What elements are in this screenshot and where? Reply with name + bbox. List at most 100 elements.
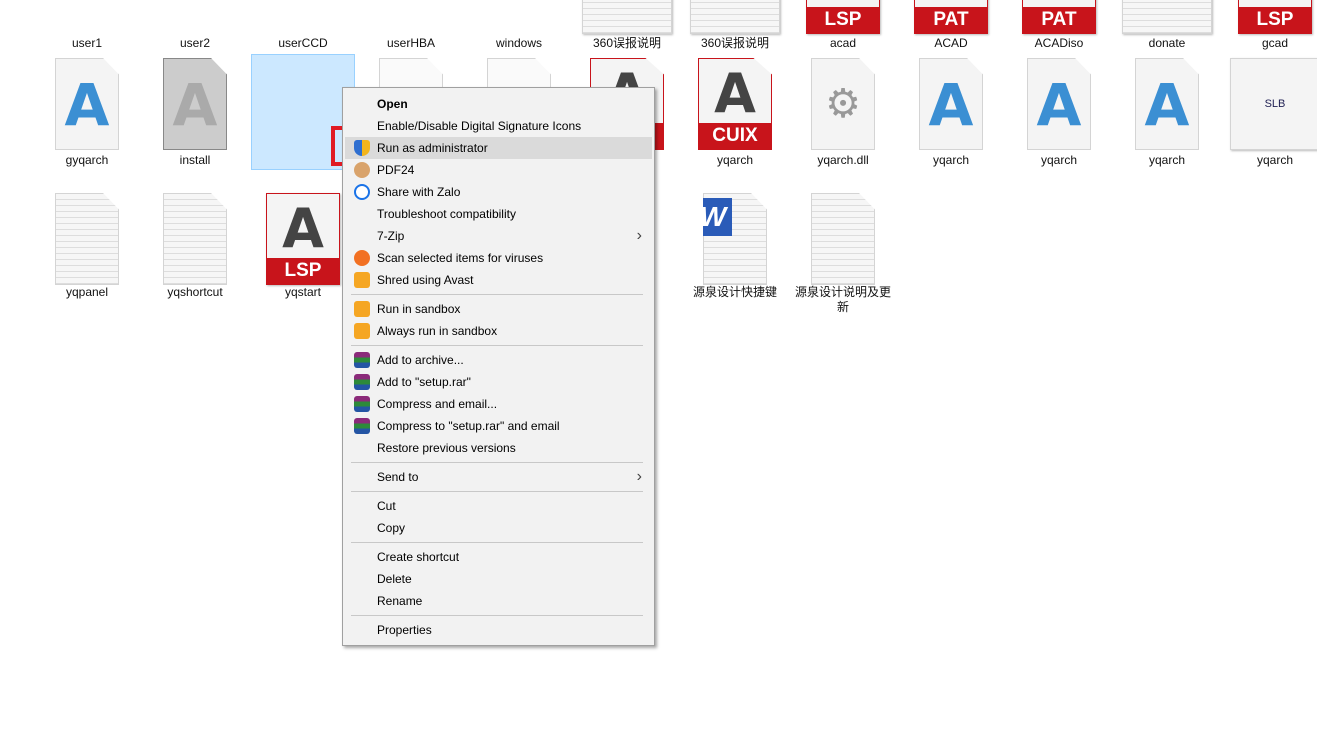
dll-gear-icon: ⚙ [811,58,875,150]
pat-file-icon: APAT [914,0,988,34]
menu-separator [351,491,643,492]
menu-separator [351,345,643,346]
winrar-icon [354,396,370,412]
uac-shield-icon [354,140,370,156]
menu-item-delete[interactable]: Delete [345,568,652,590]
file-name: ACAD [934,36,968,50]
menu-item-label: Add to "setup.rar" [377,375,471,389]
file-name: gcad [1261,36,1289,50]
file-name: ACADiso [1034,36,1084,50]
menu-item-create-shortcut[interactable]: Create shortcut [345,546,652,568]
file-name: yqpanel [65,285,109,299]
menu-separator [351,462,643,463]
file-name: yqstart [284,285,321,299]
menu-item-scan-selected-items-for-viruses[interactable]: Scan selected items for viruses [345,247,652,269]
file-name: 360误报说明 [592,36,662,50]
menu-item-label: Cut [377,499,396,513]
document-icon [1122,0,1212,34]
sandbox-check-icon [354,323,370,339]
menu-item-cut[interactable]: Cut [345,495,652,517]
cuix-file-icon: A CUIX [698,58,772,150]
document-icon [690,0,780,34]
context-menu: Open Enable/Disable Digital Signature Ico… [342,87,655,646]
menu-item-compress-and-email[interactable]: Compress and email... [345,393,652,415]
menu-item-label: Delete [377,572,412,586]
menu-item-7-zip[interactable]: 7-Zip › [345,225,652,247]
file-name: yqarch [1256,153,1294,167]
menu-item-label: Properties [377,623,432,637]
menu-item-shred-using-avast[interactable]: Shred using Avast [345,269,652,291]
menu-item-label: Always run in sandbox [377,324,498,338]
menu-item-label: Restore previous versions [377,441,516,455]
menu-item-add-to-setup-rar[interactable]: Add to "setup.rar" [345,371,652,393]
menu-item-label: Compress to "setup.rar" and email [377,419,560,433]
menu-item-open[interactable]: Open [345,93,652,115]
document-icon [582,0,672,34]
file-name: install [179,153,211,167]
menu-item-run-as-administrator[interactable]: Run as administrator [345,137,652,159]
menu-item-copy[interactable]: Copy [345,517,652,539]
sandbox-icon [354,301,370,317]
menu-item-label: Create shortcut [377,550,460,564]
menu-item-send-to[interactable]: Send to › [345,466,652,488]
menu-item-share-with-zalo[interactable]: Share with Zalo [345,181,652,203]
menu-item-label: Rename [377,594,423,608]
menu-item-label: Open [377,97,408,111]
file-name: yqarch [716,153,754,167]
chevron-right-icon: › [636,227,642,244]
menu-item-label: Send to [377,470,419,484]
file-name: yqarch.dll [817,153,869,167]
autocad-a-icon: A [1027,58,1091,150]
menu-item-label: Troubleshoot compatibility [377,207,516,221]
file-name: acad [829,36,857,50]
menu-item-label: Copy [377,521,406,535]
menu-item-label: Add to archive... [377,353,464,367]
file-name: user2 [179,36,211,50]
menu-item-restore-previous-versions[interactable]: Restore previous versions [345,437,652,459]
file-name: userHBA [386,36,436,50]
menu-item-enable-disable-digital-signature-icons[interactable]: Enable/Disable Digital Signature Icons [345,115,652,137]
file-name: 源泉设计说明及更新 [794,285,891,314]
shredder-icon [354,272,370,288]
winrar-icon [354,418,370,434]
menu-item-troubleshoot-compatibility[interactable]: Troubleshoot compatibility [345,203,652,225]
file-name: 360误报说明 [700,36,770,50]
menu-item-properties[interactable]: Properties [345,619,652,641]
autodesk-installer-icon: A [163,58,227,150]
lsp-file-icon: ALSP [806,0,880,34]
menu-item-always-run-in-sandbox[interactable]: Always run in sandbox [345,320,652,342]
autocad-a-icon: A [919,58,983,150]
menu-item-label: Shred using Avast [377,273,474,287]
file-name: yqshortcut [167,285,223,299]
file-name: gyqarch [65,153,109,167]
text-file-icon [55,193,119,285]
file-name: yqarch [932,153,970,167]
autocad-a-icon: A [1135,58,1199,150]
menu-item-label: Run as administrator [377,141,488,155]
menu-item-add-to-archive[interactable]: Add to archive... [345,349,652,371]
menu-separator [351,615,643,616]
file-name: user1 [71,36,103,50]
file-name: windows [495,36,543,50]
chevron-right-icon: › [636,468,642,485]
avast-icon [354,250,370,266]
menu-item-pdf24[interactable]: PDF24 [345,159,652,181]
file-name: 源泉设计快捷键 [692,285,777,299]
menu-item-compress-to-setup-rar-and-email[interactable]: Compress to "setup.rar" and email [345,415,652,437]
menu-item-run-in-sandbox[interactable]: Run in sandbox [345,298,652,320]
file-name: userCCD [278,36,328,50]
menu-item-label: Share with Zalo [377,185,461,199]
zalo-icon [354,184,370,200]
file-name: donate [1148,36,1186,50]
pat-file-icon: APAT [1022,0,1096,34]
slb-file-icon: SLB [1230,58,1317,150]
menu-item-label: Scan selected items for viruses [377,251,544,265]
menu-item-label: Run in sandbox [377,302,461,316]
menu-separator [351,542,643,543]
menu-item-rename[interactable]: Rename [345,590,652,612]
text-file-icon [811,193,875,285]
menu-item-label: Compress and email... [377,397,498,411]
menu-separator [351,294,643,295]
menu-item-label: 7-Zip [377,229,405,243]
winrar-icon [354,352,370,368]
